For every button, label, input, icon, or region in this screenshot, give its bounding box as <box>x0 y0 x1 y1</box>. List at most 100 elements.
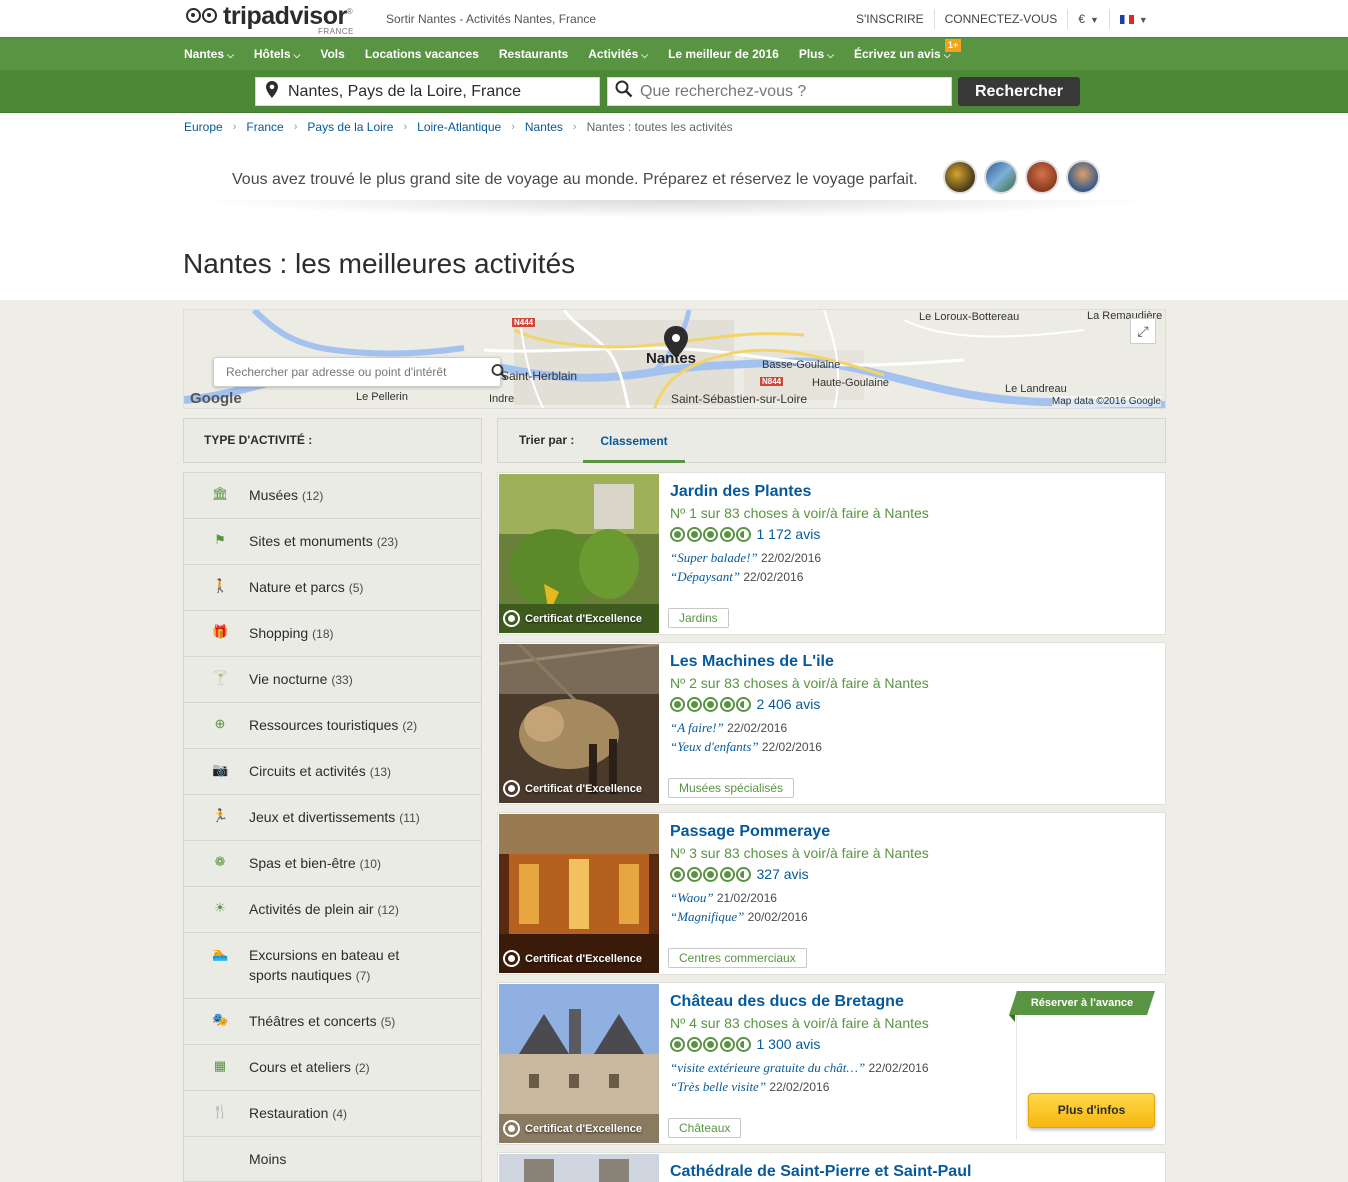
nav-flights[interactable]: Vols <box>320 47 344 61</box>
spa-icon: ❁ <box>214 854 226 869</box>
listing-photo[interactable]: Certificat d'Excellence <box>499 984 659 1143</box>
breadcrumb-france[interactable]: France <box>246 120 283 134</box>
tripadvisor-logo[interactable]: tripadvisor ® FRANCE <box>186 4 353 36</box>
sidebar-item-boat-water-sports[interactable]: 🏊 Excursions en bateau et sports nautique… <box>184 933 481 999</box>
location-link[interactable]: Sortir Nantes - Activités Nantes, France <box>386 12 596 26</box>
owl-logo-icon <box>186 6 220 26</box>
sidebar-item-spas-wellness[interactable]: ❁ Spas et bien-être (10) <box>184 841 481 887</box>
review-snippet[interactable]: “Très belle visite” 22/02/2016 <box>670 1079 829 1095</box>
breadcrumb-department[interactable]: Loire-Atlantique <box>417 120 501 134</box>
activity-type-heading: TYPE D'ACTIVITÉ : <box>183 418 482 463</box>
listing-title[interactable]: Cathédrale de Saint-Pierre et Saint-Paul <box>670 1163 971 1181</box>
tab-ranking[interactable]: Classement <box>583 419 685 463</box>
rating-bubble-icon <box>703 526 718 542</box>
camera-icon: 📷 <box>212 762 229 777</box>
sidebar-item-classes-workshops[interactable]: ▦ Cours et ateliers (2) <box>184 1045 481 1091</box>
sort-label: Trier par : <box>519 433 575 447</box>
sidebar-less-link[interactable]: Moins <box>184 1137 481 1181</box>
listing-title[interactable]: Jardin des Plantes <box>670 483 811 501</box>
listing-rank: Nº 4 sur 83 choses à voir/à faire à Nant… <box>670 1015 929 1031</box>
listing-photo[interactable]: Certificat d'Excellence <box>499 814 659 973</box>
review-snippet[interactable]: “Super balade!” 22/02/2016 <box>670 550 821 566</box>
map-label: Le Landreau <box>1005 383 1067 395</box>
rating-bubbles: 1 300 avis <box>670 1036 820 1052</box>
listing-title[interactable]: Château des ducs de Bretagne <box>670 993 904 1011</box>
review-snippet[interactable]: “A faire!” 22/02/2016 <box>670 720 787 736</box>
expand-map-icon[interactable]: ⤢ <box>1130 318 1156 344</box>
review-snippet[interactable]: “Yeux d'enfants” 22/02/2016 <box>670 739 822 755</box>
location-input[interactable]: Nantes, Pays de la Loire, France <box>255 77 600 106</box>
gift-icon: 🎁 <box>212 624 229 639</box>
sidebar-item-tours-activities[interactable]: 📷 Circuits et activités (13) <box>184 749 481 795</box>
rating-bubble-half-icon <box>736 526 751 542</box>
more-info-button[interactable]: Plus d'infos <box>1028 1093 1155 1128</box>
rating-bubble-icon <box>719 526 735 542</box>
sidebar-item-sites-monuments[interactable]: ⚑ Sites et monuments (23) <box>184 519 481 565</box>
listing-title[interactable]: Les Machines de L'ile <box>670 653 834 671</box>
listing-card: Cathédrale de Saint-Pierre et Saint-Paul <box>497 1152 1166 1182</box>
sidebar-item-games-entertainment[interactable]: 🏃 Jeux et divertissements (11) <box>184 795 481 841</box>
rating-bubble-icon <box>686 696 702 712</box>
sidebar-item-shopping[interactable]: 🎁 Shopping (18) <box>184 611 481 657</box>
nav-write-review[interactable]: Écrivez un avis ⌵ <box>854 47 951 61</box>
breadcrumb-europe[interactable]: Europe <box>184 120 223 134</box>
rating-bubble-icon <box>703 866 718 882</box>
sidebar-item-nightlife[interactable]: 🍸 Vie nocturne (33) <box>184 657 481 703</box>
category-tag[interactable]: Jardins <box>668 608 729 628</box>
review-count[interactable]: 1 172 avis <box>757 526 821 542</box>
language-select[interactable]: ▼ <box>1110 9 1158 29</box>
category-tag[interactable]: Centres commerciaux <box>668 948 807 968</box>
map-label: Saint-Herblain <box>501 369 578 383</box>
listing-photo[interactable]: Certificat d'Excellence <box>499 644 659 803</box>
search-input[interactable]: Que recherchez-vous ? <box>607 77 952 106</box>
breadcrumb-current: Nantes : toutes les activités <box>586 120 733 134</box>
nav-nantes[interactable]: Nantes ⌵ <box>184 47 234 61</box>
search-bar: Nantes, Pays de la Loire, France Que rec… <box>0 70 1348 113</box>
review-count[interactable]: 2 406 avis <box>757 696 821 712</box>
sidebar-item-food-drink[interactable]: 🍴 Restauration (4) <box>184 1091 481 1137</box>
sidebar-item-theaters-concerts[interactable]: 🎭 Théâtres et concerts (5) <box>184 999 481 1045</box>
chevron-down-icon: ⌵ <box>641 50 649 60</box>
login-link[interactable]: CONNECTEZ-VOUS <box>935 8 1069 29</box>
review-snippet[interactable]: “Dépaysant” 22/02/2016 <box>670 569 803 585</box>
signup-link[interactable]: S'INSCRIRE <box>846 8 935 29</box>
listing-card: Certificat d'Excellence Jardin des Plant… <box>497 472 1166 635</box>
category-tag[interactable]: Musées spécialisés <box>668 778 795 798</box>
category-tag[interactable]: Châteaux <box>668 1118 742 1138</box>
review-snippet[interactable]: “Magnifique” 20/02/2016 <box>670 909 808 925</box>
review-snippet[interactable]: “Waou” 21/02/2016 <box>670 890 777 906</box>
sidebar-item-tourist-resources[interactable]: ⊕ Ressources touristiques (2) <box>184 703 481 749</box>
book-ahead-ribbon[interactable]: Réserver à l'avance <box>1009 991 1155 1015</box>
rating-bubble-icon <box>719 866 735 882</box>
sidebar-item-outdoor-activities[interactable]: ☀ Activités de plein air (12) <box>184 887 481 933</box>
theater-mask-icon: 🎭 <box>212 1012 229 1027</box>
map-search-input[interactable]: Rechercher par adresse ou point d'intérê… <box>213 357 507 387</box>
listing-photo[interactable] <box>499 1154 659 1182</box>
nav-vacation-rentals[interactable]: Locations vacances <box>365 47 479 61</box>
nav-activities[interactable]: Activités ⌵ <box>588 47 648 61</box>
search-button[interactable]: Rechercher <box>958 77 1080 106</box>
breadcrumb-city[interactable]: Nantes <box>525 120 563 134</box>
notebook-icon: ▦ <box>213 1058 227 1073</box>
sun-icon: ☀ <box>214 900 226 915</box>
map[interactable]: N444 N844 Nantes Saint-Herblain Le Pelle… <box>183 309 1166 409</box>
review-count[interactable]: 1 300 avis <box>757 1036 821 1052</box>
review-count[interactable]: 327 avis <box>757 866 809 882</box>
certificate-icon <box>503 610 520 627</box>
rating-bubble-icon <box>670 526 685 542</box>
avatar <box>1025 160 1059 194</box>
sidebar-item-museums[interactable]: 🏛 Musées (12) <box>184 473 481 519</box>
nav-more[interactable]: Plus ⌵ <box>799 47 834 61</box>
sidebar-item-nature-parks[interactable]: 🚶 Nature et parcs (5) <box>184 565 481 611</box>
road-label: N444 <box>512 318 536 327</box>
review-snippet[interactable]: “visite extérieure gratuite du chât…” 22… <box>670 1060 929 1076</box>
chevron-down-icon: ⌵ <box>293 50 301 60</box>
museum-icon: 🏛 <box>212 486 229 501</box>
breadcrumb-region[interactable]: Pays de la Loire <box>307 120 393 134</box>
nav-hotels[interactable]: Hôtels ⌵ <box>254 47 301 61</box>
listing-photo[interactable]: Certificat d'Excellence <box>499 474 659 633</box>
listing-title[interactable]: Passage Pommeraye <box>670 823 830 841</box>
nav-best-of-2016[interactable]: Le meilleur de 2016 <box>668 47 779 61</box>
nav-restaurants[interactable]: Restaurants <box>499 47 568 61</box>
currency-select[interactable]: € ▼ <box>1068 8 1110 29</box>
